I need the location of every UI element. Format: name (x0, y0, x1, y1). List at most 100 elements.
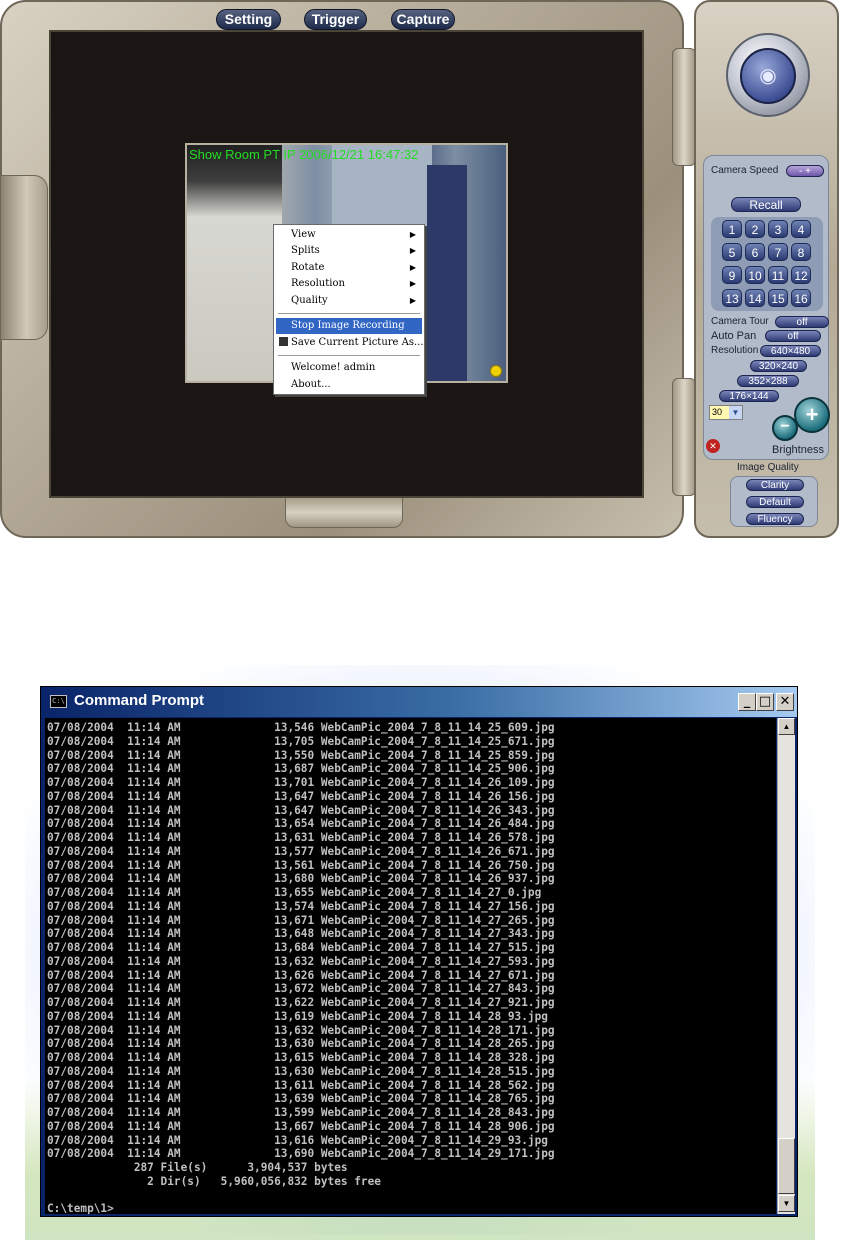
camera-speed-control[interactable]: - + (786, 165, 824, 177)
console-line: 07/08/2004 11:14 AM 13,631 WebCamPic_200… (47, 831, 555, 844)
preset-button[interactable]: 5 (722, 243, 742, 261)
bottom-tab (285, 498, 403, 528)
submenu-arrow-icon: ▶ (409, 296, 416, 305)
menu-item-label: Resolution (291, 278, 345, 289)
preset-button[interactable]: 4 (791, 220, 811, 238)
quality-fluency-button[interactable]: Fluency (746, 513, 804, 525)
console-line: 07/08/2004 11:14 AM 13,626 WebCamPic_200… (47, 968, 555, 982)
preset-button[interactable]: 7 (768, 243, 788, 261)
console-line: 07/08/2004 11:14 AM 13,639 WebCamPic_200… (47, 1092, 555, 1106)
console-line: 07/08/2004 11:14 AM 13,647 WebCamPic_200… (47, 803, 555, 817)
menu-separator (278, 313, 420, 314)
console-text: 07/08/2004 11:14 AM 13,546 WebCamPic_200… (47, 721, 555, 1214)
console-line: 2 Dir(s) 5,960,056,832 bytes free (47, 1174, 381, 1188)
submenu-arrow-icon: ▶ (409, 230, 416, 239)
resolution-176-button[interactable]: 176×144 (719, 390, 779, 402)
chevron-down-icon: ▼ (729, 406, 742, 419)
preset-button[interactable]: 2 (745, 220, 765, 238)
preset-button[interactable]: 6 (745, 243, 765, 261)
console-line: 07/08/2004 11:14 AM 13,690 WebCamPic_200… (47, 1147, 555, 1161)
menu-item-stop-recording[interactable]: Stop Image Recording (276, 318, 422, 334)
camera-timestamp-overlay: Show Room PT IP 2006/12/21 16:47:32 (189, 147, 419, 162)
maximize-button[interactable]: □ (756, 693, 774, 711)
camera-tour-toggle[interactable]: off (775, 316, 829, 328)
menu-item-about[interactable]: About... (276, 377, 422, 393)
console-line: 07/08/2004 11:14 AM 13,615 WebCamPic_200… (47, 1051, 555, 1064)
resolution-352-button[interactable]: 352×288 (737, 375, 799, 387)
console-line: 07/08/2004 11:14 AM 13,550 WebCamPic_200… (47, 748, 555, 762)
setting-button[interactable]: Setting (216, 9, 281, 30)
vertical-scrollbar[interactable]: ▲ ▼ (777, 718, 795, 1214)
menu-item-splits[interactable]: Splits ▶ (276, 243, 422, 259)
resolution-320-button[interactable]: 320×240 (750, 360, 807, 372)
preset-button[interactable]: 13 (722, 289, 742, 307)
recording-indicator-icon (490, 365, 502, 377)
console-line: 07/08/2004 11:14 AM 13,655 WebCamPic_200… (47, 886, 542, 899)
console-line: 07/08/2004 11:14 AM 13,630 WebCamPic_200… (47, 1037, 555, 1051)
camera-scene-wall (187, 145, 282, 381)
console-output[interactable]: 07/08/2004 11:14 AM 13,546 WebCamPic_200… (45, 718, 776, 1214)
menu-item-rotate[interactable]: Rotate ▶ (276, 260, 422, 276)
title-bar[interactable]: C:\ Command Prompt _ □ ✕ (41, 687, 797, 717)
camera-tour-label: Camera Tour (711, 316, 769, 327)
console-line: 07/08/2004 11:14 AM 13,684 WebCamPic_200… (47, 941, 555, 954)
resolution-640-button[interactable]: 640×480 (760, 345, 821, 357)
preset-button[interactable]: 11 (768, 266, 788, 284)
quality-default-button[interactable]: Default (746, 496, 804, 508)
command-prompt-window: C:\ Command Prompt _ □ ✕ 07/08/2004 11:1… (40, 686, 798, 1217)
preset-button[interactable]: 14 (745, 289, 765, 307)
camera-scene-shelf (427, 165, 467, 381)
menu-item-quality[interactable]: Quality ▶ (276, 293, 422, 309)
preset-button[interactable]: 1 (722, 220, 742, 238)
preset-button[interactable]: 16 (791, 289, 811, 307)
console-line: 07/08/2004 11:14 AM 13,546 WebCamPic_200… (47, 721, 555, 734)
close-button[interactable]: ✕ (776, 693, 794, 711)
scrollbar-thumb[interactable] (778, 1138, 795, 1194)
console-line: 07/08/2004 11:14 AM 13,622 WebCamPic_200… (47, 996, 555, 1009)
ptz-joystick-icon[interactable]: ◉ (740, 48, 796, 104)
menu-item-welcome[interactable]: Welcome! admin (276, 360, 422, 376)
console-line: 07/08/2004 11:14 AM 13,667 WebCamPic_200… (47, 1119, 555, 1133)
console-line: 07/08/2004 11:14 AM 13,599 WebCamPic_200… (47, 1106, 555, 1119)
preset-numpad: 1 2 3 4 5 6 7 8 9 10 11 12 13 14 15 16 (711, 217, 823, 311)
brightness-plus-button[interactable]: + (794, 397, 830, 433)
recall-button[interactable]: Recall (731, 197, 801, 212)
console-line: 07/08/2004 11:14 AM 13,672 WebCamPic_200… (47, 982, 555, 996)
preset-button[interactable]: 8 (791, 243, 811, 261)
trigger-button[interactable]: Trigger (304, 9, 367, 30)
menu-item-resolution[interactable]: Resolution ▶ (276, 276, 422, 292)
console-icon[interactable]: C:\ (50, 695, 67, 708)
floppy-disk-icon (279, 337, 288, 346)
console-line: 07/08/2004 11:14 AM 13,671 WebCamPic_200… (47, 913, 555, 927)
resolution-label: Resolution (711, 345, 759, 356)
minimize-button[interactable]: _ (738, 693, 756, 711)
capture-button[interactable]: Capture (391, 9, 455, 30)
console-line: 07/08/2004 11:14 AM 13,648 WebCamPic_200… (47, 927, 555, 941)
scroll-up-arrow-icon[interactable]: ▲ (778, 718, 795, 735)
preset-button[interactable]: 12 (791, 266, 811, 284)
menu-item-label: Save Current Picture As... (291, 337, 424, 348)
preset-button[interactable]: 3 (768, 220, 788, 238)
side-tab-bottom (672, 378, 696, 496)
submenu-arrow-icon: ▶ (409, 279, 416, 288)
console-line: 07/08/2004 11:14 AM 13,619 WebCamPic_200… (47, 1009, 548, 1023)
quality-clarity-button[interactable]: Clarity (746, 479, 804, 491)
side-tab-top (672, 48, 696, 166)
auto-pan-toggle[interactable]: off (765, 330, 821, 342)
console-line: 07/08/2004 11:14 AM 13,577 WebCamPic_200… (47, 844, 555, 858)
context-menu: View ▶ Splits ▶ Rotate ▶ Resolution ▶ Qualit… (273, 224, 425, 395)
scroll-down-arrow-icon[interactable]: ▼ (778, 1195, 795, 1212)
preset-button[interactable]: 10 (745, 266, 765, 284)
camera-viewer-window: Setting Trigger Capture Show Room PT IP … (0, 0, 841, 540)
preset-button[interactable]: 15 (768, 289, 788, 307)
speaker-mute-icon[interactable]: ✕ (706, 439, 720, 453)
auto-pan-label: Auto Pan (711, 330, 757, 342)
menu-item-save-picture[interactable]: Save Current Picture As... (276, 335, 424, 351)
frame-rate-select[interactable]: 30 ▼ (709, 405, 743, 420)
left-handle (0, 175, 48, 340)
menu-item-view[interactable]: View ▶ (276, 227, 422, 243)
preset-button[interactable]: 9 (722, 266, 742, 284)
console-line: 07/08/2004 11:14 AM 13,632 WebCamPic_200… (47, 1023, 555, 1037)
menu-separator (278, 355, 420, 356)
console-line: 07/08/2004 11:14 AM 13,561 WebCamPic_200… (47, 858, 555, 872)
